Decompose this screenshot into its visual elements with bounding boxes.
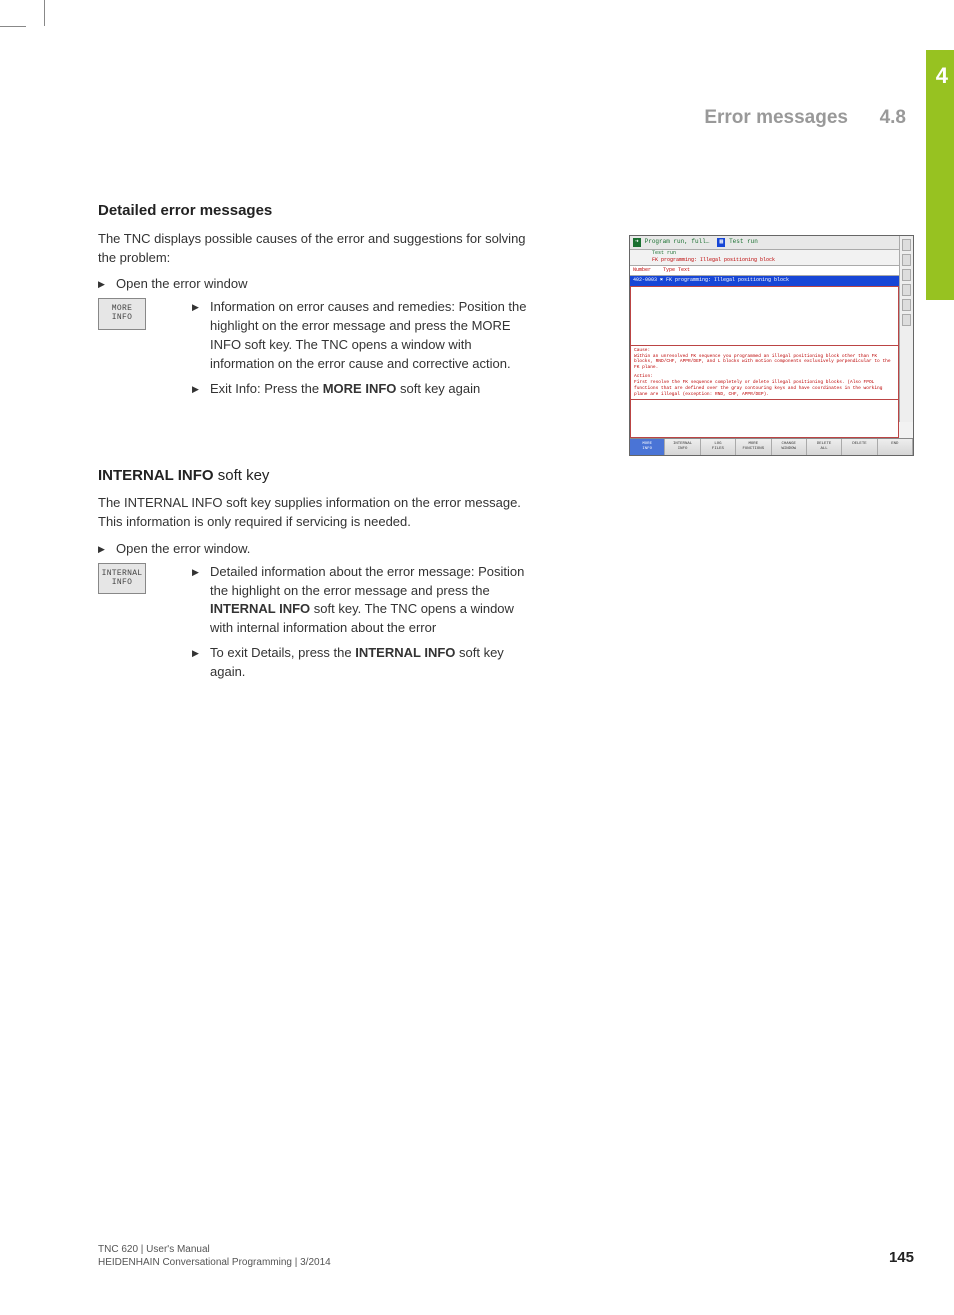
section1-bullet1: ▶ Open the error window (98, 275, 528, 294)
softkey-line2: INFO (101, 579, 143, 588)
sub-text: Information on error causes and remedies… (210, 298, 532, 373)
ss-sk-more-functions[interactable]: MOREFUNCTIONS (736, 439, 771, 455)
chapter-number: 4 (936, 60, 948, 92)
side-button[interactable] (902, 269, 911, 281)
softkey-line2: INFO (101, 314, 143, 323)
ss-sk-end[interactable]: END (878, 439, 913, 455)
running-header: Error messages 4.8 (98, 104, 914, 134)
crop-mark-v (44, 0, 45, 26)
triangle-icon: ▶ (98, 278, 110, 291)
section2-bullet1: ▶ Open the error window. (98, 540, 528, 559)
softkey-col: MORE INFO (98, 298, 192, 330)
side-button[interactable] (902, 254, 911, 266)
ss-selected-row[interactable]: 402-0003 ✖ FK programming: Illegal posit… (630, 276, 899, 285)
section2: INTERNAL INFO soft key The INTERNAL INFO… (98, 465, 914, 688)
sub-text: To exit Details, press the INTERNAL INFO… (210, 644, 532, 682)
side-button[interactable] (902, 314, 911, 326)
header-title: Error messages (704, 104, 848, 132)
footer-text: TNC 620 | User's Manual HEIDENHAIN Conve… (98, 1243, 331, 1269)
ss-upper-pane (630, 286, 899, 346)
section1-heading: Detailed error messages (98, 200, 914, 222)
sub-bullet: ▶ Detailed information about the error m… (192, 563, 532, 638)
triangle-icon: ▶ (192, 301, 204, 373)
ss-subtitle: Test run FK programming: Illegal positio… (630, 250, 899, 267)
section2-detail: INTERNAL INFO ▶ Detailed information abo… (98, 563, 914, 688)
ss-sk-delete[interactable]: DELETE (842, 439, 877, 455)
sub-text: Detailed information about the error mes… (210, 563, 532, 638)
ss-side-toolbar (899, 236, 913, 422)
section2-intro: The INTERNAL INFO soft key supplies info… (98, 494, 528, 532)
triangle-icon: ▶ (192, 566, 204, 638)
internal-info-softkey[interactable]: INTERNAL INFO (98, 563, 146, 595)
ss-title-left: Program run, full… (645, 238, 710, 247)
sub-text: Exit Info: Press the MORE INFO soft key … (210, 380, 480, 399)
section1-intro: The TNC displays possible causes of the … (98, 230, 528, 268)
section2-heading: INTERNAL INFO soft key (98, 465, 914, 487)
win-icon: ▦ (717, 238, 725, 247)
triangle-icon: ▶ (192, 647, 204, 682)
footer-line2: HEIDENHAIN Conversational Programming | … (98, 1256, 331, 1269)
ss-sk-delete-all[interactable]: DELETEALL (807, 439, 842, 455)
sub-bullet: ▶ To exit Details, press the INTERNAL IN… (192, 644, 532, 682)
ss-sk-log-files[interactable]: LOGFILES (701, 439, 736, 455)
side-button[interactable] (902, 299, 911, 311)
ss-sk-change-window[interactable]: CHANGEWINDOW (772, 439, 807, 455)
detail-text: ▶ Information on error causes and remedi… (192, 298, 532, 404)
more-info-softkey[interactable]: MORE INFO (98, 298, 146, 330)
action-text: First resolve the FK sequence completely… (634, 380, 895, 398)
triangle-icon: ▶ (98, 543, 110, 556)
ss-lower-pane (630, 400, 899, 438)
crop-mark-h (0, 26, 26, 27)
ss-columns: Number Type Text (630, 266, 899, 276)
cause-text: Within an unresolved FK sequence you pro… (634, 354, 895, 372)
softkey-col: INTERNAL INFO (98, 563, 192, 595)
footer-line1: TNC 620 | User's Manual (98, 1243, 331, 1256)
sub-bullet: ▶ Exit Info: Press the MORE INFO soft ke… (192, 380, 532, 399)
tnc-screenshot: ✳ ➜ Program run, full… ▦ Test run Test r… (629, 235, 914, 456)
ss-titlebar: ➜ Program run, full… ▦ Test run (630, 236, 899, 250)
ss-softkey-row: MOREINFO INTERNALINFO LOGFILES MOREFUNCT… (630, 438, 913, 455)
side-button[interactable] (902, 239, 911, 251)
arrow-icon: ➜ (633, 238, 641, 247)
header-section: 4.8 (880, 104, 906, 132)
detail-text: ▶ Detailed information about the error m… (192, 563, 532, 688)
bullet-text: Open the error window. (116, 540, 250, 559)
ss-sk-internal-info[interactable]: INTERNALINFO (665, 439, 700, 455)
ss-title-right: Test run (729, 238, 758, 247)
triangle-icon: ▶ (192, 383, 204, 399)
sub-bullet: ▶ Information on error causes and remedi… (192, 298, 532, 373)
ss-info-pane: Cause: Within an unresolved FK sequence … (630, 346, 899, 401)
side-button[interactable] (902, 284, 911, 296)
page-number: 145 (889, 1247, 914, 1269)
bullet-text: Open the error window (116, 275, 248, 294)
ss-sk-more-info[interactable]: MOREINFO (630, 439, 665, 455)
